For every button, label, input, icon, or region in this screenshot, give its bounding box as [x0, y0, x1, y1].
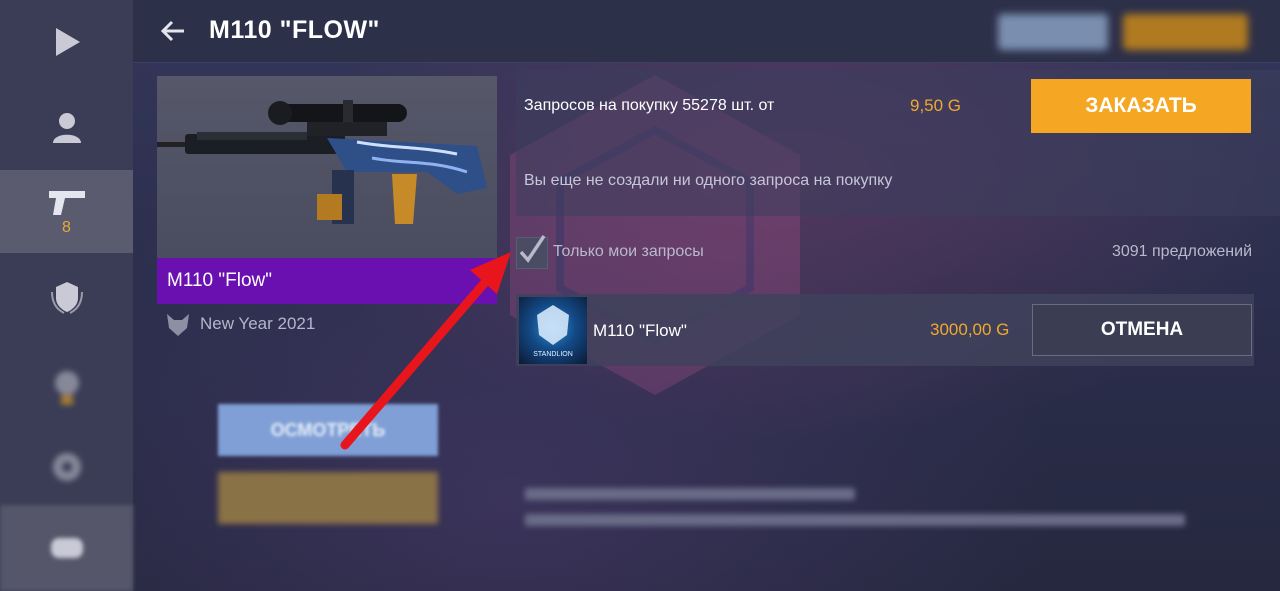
sidebar-item-chat[interactable] — [0, 505, 133, 591]
currency-balance[interactable] — [998, 14, 1108, 50]
offers-count: 3091 предложений — [1111, 243, 1252, 260]
item-name-bar: M110 "Flow" — [157, 258, 497, 304]
avatar-logo-text: STANDLION — [533, 351, 573, 358]
offer-row: STANDLION M110 "Flow" 3000,00 G ОТМЕНА — [516, 294, 1254, 366]
sidebar-item-weapons[interactable]: 8 — [0, 170, 133, 253]
top-bar: M110 "FLOW" — [133, 0, 1280, 63]
play-icon — [55, 27, 80, 56]
lion-logo-icon: STANDLION — [533, 305, 573, 358]
weapons-count-badge: 8 — [62, 218, 71, 236]
pistol-icon — [48, 190, 85, 215]
sidebar-item-play[interactable] — [0, 0, 133, 83]
buy-requests-panel: Запросов на покупку 55278 шт. от 9,50 G … — [516, 70, 1280, 216]
sidebar-item-rank[interactable] — [0, 255, 133, 338]
no-requests-message: Вы еще не создали ни одного запроса на п… — [524, 172, 893, 189]
sell-button[interactable] — [218, 472, 438, 524]
shield-laurel-icon — [50, 281, 83, 314]
sidebar: 8 — [0, 0, 133, 591]
collection-name: New Year 2021 — [200, 314, 316, 333]
requests-summary: Запросов на покупку 55278 шт. от — [524, 97, 775, 114]
item-preview — [157, 76, 497, 258]
inspect-button[interactable]: ОСМОТРЕТЬ — [218, 404, 438, 456]
gear-icon — [52, 452, 81, 481]
sidebar-item-rewards[interactable] — [0, 345, 133, 428]
offer-item-name: M110 "Flow" — [593, 321, 687, 340]
page-title: M110 "FLOW" — [209, 16, 380, 44]
offer-price: 3000,00 G — [930, 320, 1010, 339]
offers-filter: Только мои запросы 3091 предложений — [516, 235, 1254, 271]
order-button[interactable]: ЗАКАЗАТЬ — [1031, 79, 1251, 133]
gold-balance[interactable] — [1123, 14, 1248, 50]
only-my-requests-label[interactable]: Только мои запросы — [553, 243, 704, 261]
item-name: M110 "Flow" — [167, 270, 273, 291]
requests-min-price: 9,50 G — [910, 96, 962, 115]
sidebar-item-profile[interactable] — [0, 85, 133, 168]
sidebar-item-settings[interactable] — [0, 425, 133, 508]
wolf-emblem-icon — [167, 314, 189, 336]
chat-icon — [50, 538, 83, 558]
item-card: M110 "Flow" — [157, 76, 497, 306]
back-arrow-icon[interactable] — [160, 18, 186, 44]
medal-icon — [54, 370, 79, 405]
seller-avatar: STANDLION — [519, 297, 587, 364]
profile-icon — [52, 112, 81, 143]
collection-label: New Year 2021 — [164, 310, 315, 338]
checkmark-icon — [519, 235, 546, 263]
only-my-requests-checkbox[interactable] — [516, 235, 548, 269]
blurred-info — [525, 488, 1185, 540]
sniper-rifle-image — [157, 100, 487, 224]
cancel-button[interactable]: ОТМЕНА — [1032, 304, 1252, 356]
